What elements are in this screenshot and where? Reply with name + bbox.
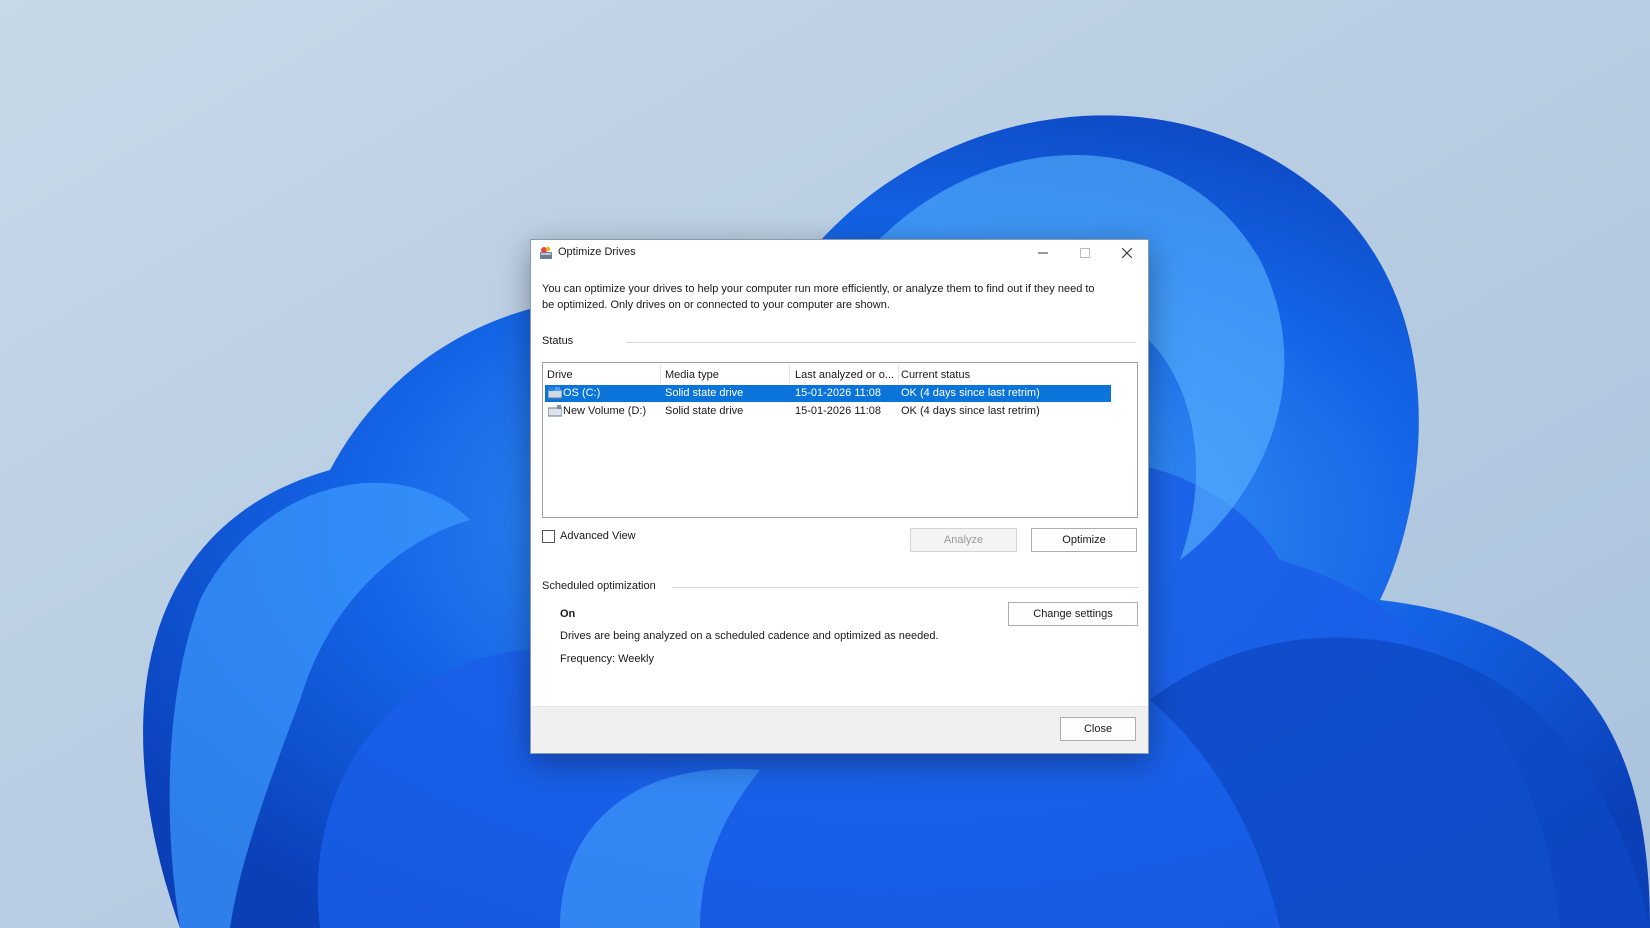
column-separator [789, 365, 790, 383]
column-header-drive[interactable]: Drive [547, 367, 657, 383]
advanced-view-checkbox[interactable] [542, 530, 555, 543]
change-settings-button[interactable]: Change settings [1008, 602, 1138, 626]
advanced-view-label[interactable]: Advanced View [560, 530, 636, 542]
optimize-drives-icon [540, 246, 552, 259]
drive-name: New Volume (D:) [563, 405, 647, 417]
schedule-frequency: Frequency: Weekly [560, 653, 654, 665]
drive-list[interactable]: Drive Media type Last analyzed or o... C… [542, 362, 1138, 518]
drive-row-c[interactable]: OS (C:) Solid state drive 15-01-2026 11:… [545, 385, 1111, 402]
schedule-description: Drives are being analyzed on a scheduled… [560, 630, 939, 642]
optimize-drives-window: Optimize Drives You can optimize your dr… [530, 239, 1149, 754]
close-icon [1122, 248, 1132, 258]
hard-drive-icon [548, 387, 562, 399]
column-header-last-analyzed[interactable]: Last analyzed or o... [795, 367, 895, 383]
column-separator [898, 365, 899, 383]
desktop: Optimize Drives You can optimize your dr… [0, 0, 1650, 928]
window-description: You can optimize your drives to help you… [542, 283, 1095, 311]
drive-last-analyzed: 15-01-2026 11:08 [795, 405, 882, 417]
schedule-state: On [560, 608, 576, 620]
column-header-media-type[interactable]: Media type [665, 367, 785, 383]
maximize-icon [1080, 248, 1090, 258]
maximize-button[interactable] [1064, 240, 1106, 266]
drive-media-type: Solid state drive [665, 405, 744, 417]
drive-row-d[interactable]: New Volume (D:) Solid state drive 15-01-… [545, 403, 1111, 420]
scheduled-divider [672, 587, 1138, 588]
drive-current-status: OK (4 days since last retrim) [901, 387, 1040, 399]
drive-media-type: Solid state drive [665, 387, 744, 399]
column-header-current-status[interactable]: Current status [901, 367, 1101, 383]
drive-last-analyzed: 15-01-2026 11:08 [795, 387, 882, 399]
status-group-label: Status [542, 335, 580, 347]
status-divider [626, 342, 1136, 343]
window-title: Optimize Drives [558, 246, 636, 258]
close-button[interactable]: Close [1060, 717, 1136, 741]
column-separator [660, 365, 661, 383]
dialog-footer: Close [531, 706, 1148, 753]
hard-drive-icon [548, 405, 562, 417]
scheduled-optimization-label: Scheduled optimization [542, 580, 662, 592]
optimize-button[interactable]: Optimize [1031, 528, 1137, 552]
drive-name: OS (C:) [563, 387, 601, 399]
minimize-icon [1038, 252, 1048, 254]
minimize-button[interactable] [1022, 240, 1064, 266]
close-window-button[interactable] [1106, 240, 1148, 266]
analyze-button[interactable]: Analyze [910, 528, 1017, 552]
title-bar[interactable]: Optimize Drives [531, 240, 1148, 266]
drive-current-status: OK (4 days since last retrim) [901, 405, 1040, 417]
